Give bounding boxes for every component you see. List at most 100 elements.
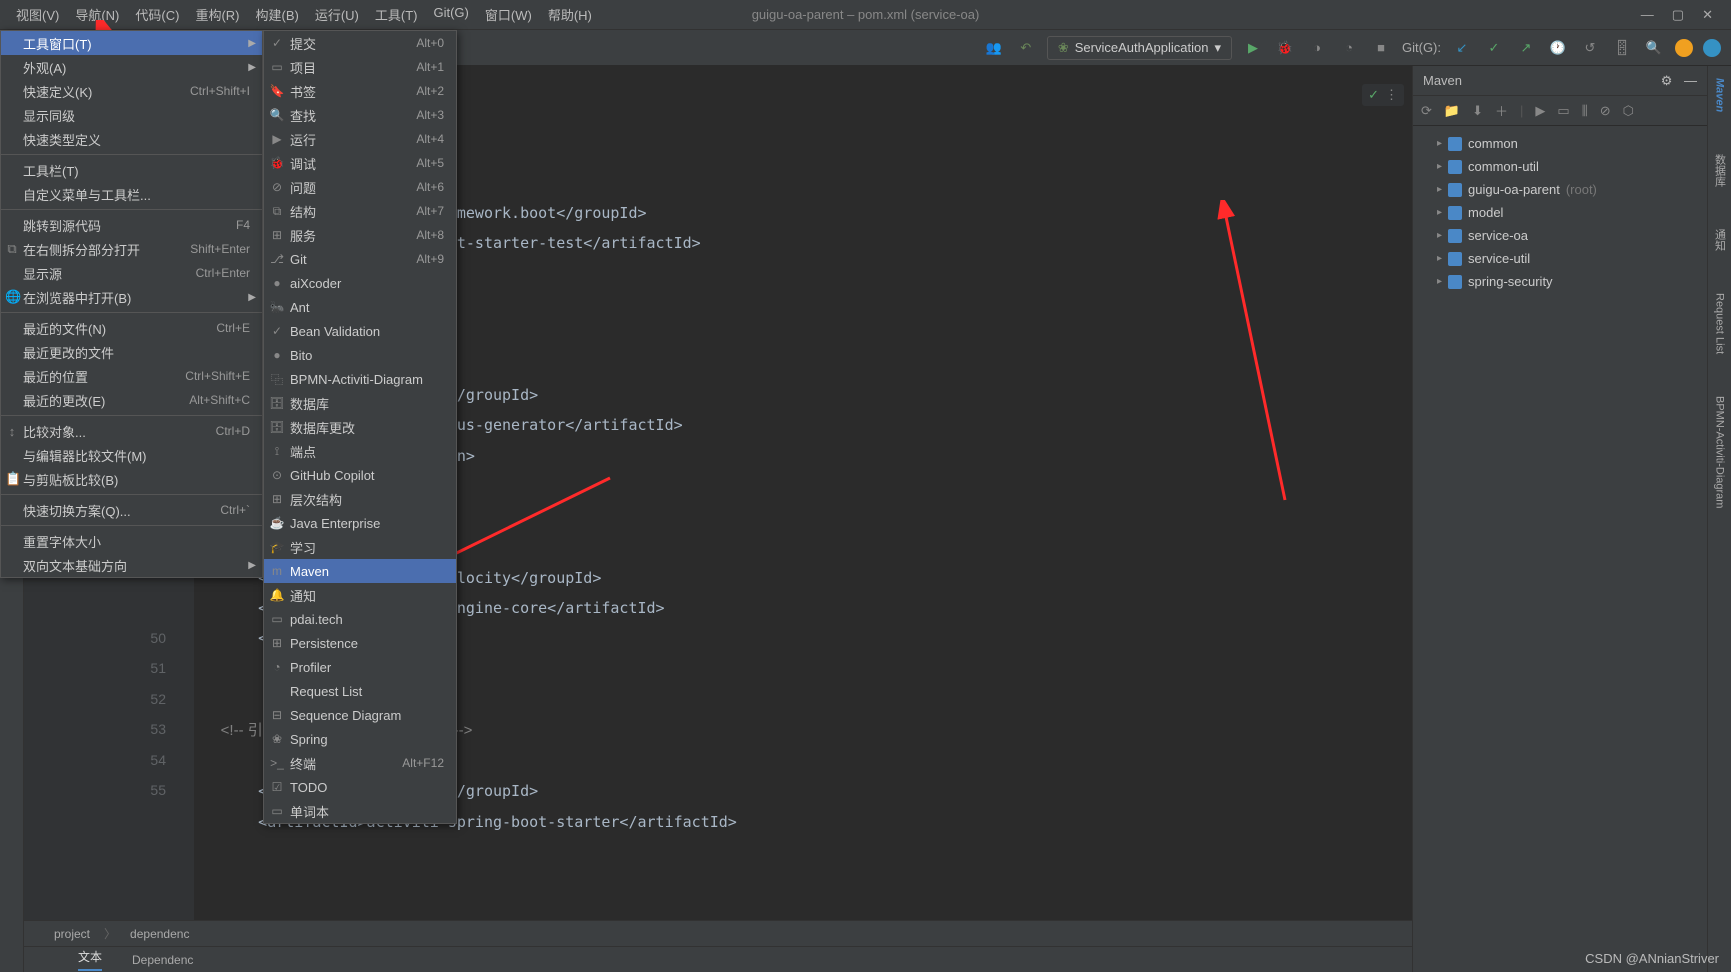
right-tab-requests[interactable]: Request List <box>1714 287 1726 360</box>
tool-window-item[interactable]: ⊟Sequence Diagram <box>264 703 456 727</box>
tool-window-item[interactable]: ⊘问题Alt+6 <box>264 175 456 199</box>
menu-run[interactable]: 运行(U) <box>307 1 367 28</box>
menu-build[interactable]: 构建(B) <box>247 1 306 28</box>
view-menu-item[interactable]: 工具栏(T) <box>1 158 262 182</box>
maximize-button[interactable]: ▢ <box>1672 7 1684 23</box>
translate-icon[interactable]: 🂊 <box>1611 37 1633 59</box>
view-menu-item[interactable]: 自定义菜单与工具栏... <box>1 182 262 206</box>
skip-tests-icon[interactable]: ⊘ <box>1600 103 1611 119</box>
tool-window-item[interactable]: ❀Spring <box>264 727 456 751</box>
view-menu-item[interactable]: 快速切换方案(Q)...Ctrl+` <box>1 498 262 522</box>
minimize-button[interactable]: — <box>1641 7 1654 23</box>
view-menu-item[interactable]: 工具窗口(T)▶ <box>1 31 262 55</box>
users-icon[interactable]: 👥 <box>983 37 1005 59</box>
view-menu-item[interactable]: 外观(A)▶ <box>1 55 262 79</box>
search-icon[interactable]: 🔍 <box>1643 37 1665 59</box>
menu-refactor[interactable]: 重构(R) <box>187 1 247 28</box>
view-menu-item[interactable]: 最近更改的文件 <box>1 340 262 364</box>
tool-window-item[interactable]: 🎓学习 <box>264 535 456 559</box>
tool-window-item[interactable]: ⟟端点 <box>264 439 456 463</box>
tool-window-item[interactable]: 🗄数据库更改 <box>264 415 456 439</box>
tool-window-item[interactable]: 🔔通知 <box>264 583 456 607</box>
run-config-selector[interactable]: ❀ ServiceAuthApplication ▾ <box>1047 36 1232 60</box>
tool-window-item[interactable]: Request List <box>264 679 456 703</box>
git-rollback-icon[interactable]: ↺ <box>1579 37 1601 59</box>
tool-window-item[interactable]: ●aiXcoder <box>264 271 456 295</box>
git-pull-icon[interactable]: ↙ <box>1451 37 1473 59</box>
minimize-panel-icon[interactable]: — <box>1684 73 1697 88</box>
tool-window-item[interactable]: 🗄数据库 <box>264 391 456 415</box>
tool-window-item[interactable]: ⊙GitHub Copilot <box>264 463 456 487</box>
menu-navigate[interactable]: 导航(N) <box>67 1 127 28</box>
add-icon[interactable]: ＋ <box>1495 101 1508 120</box>
tool-window-item[interactable]: ☑TODO <box>264 775 456 799</box>
profile-button[interactable]: ◔ <box>1338 37 1360 59</box>
breadcrumb-item[interactable]: dependenc <box>130 927 189 941</box>
refresh-icon[interactable]: ⟳ <box>1421 103 1432 119</box>
tab-dependencies[interactable]: Dependenc <box>132 953 193 967</box>
back-icon[interactable]: ↶ <box>1015 37 1037 59</box>
tool-window-item[interactable]: ⊞Persistence <box>264 631 456 655</box>
menu-tools[interactable]: 工具(T) <box>367 1 426 28</box>
view-menu-item[interactable]: 与编辑器比较文件(M) <box>1 443 262 467</box>
right-tab-maven[interactable]: Maven <box>1714 72 1726 118</box>
git-commit-icon[interactable]: ✓ <box>1483 37 1505 59</box>
view-menu-item[interactable]: 🌐在浏览器中打开(B)▶ <box>1 285 262 309</box>
gear-icon[interactable]: ⚙ <box>1661 73 1673 88</box>
tool-window-item[interactable]: ▭pdai.tech <box>264 607 456 631</box>
view-menu-item[interactable]: 📋与剪贴板比较(B) <box>1 467 262 491</box>
view-menu-item[interactable]: 双向文本基础方向▶ <box>1 553 262 577</box>
tool-window-item[interactable]: ⊞服务Alt+8 <box>264 223 456 247</box>
download-icon[interactable]: ⬇ <box>1472 103 1483 119</box>
view-menu-item[interactable]: ↕比较对象...Ctrl+D <box>1 419 262 443</box>
avatar-2[interactable] <box>1703 39 1721 57</box>
run-button[interactable]: ▶ <box>1242 37 1264 59</box>
tool-window-item[interactable]: 🔍查找Alt+3 <box>264 103 456 127</box>
view-menu-item[interactable]: ⧉在右侧拆分部分打开Shift+Enter <box>1 237 262 261</box>
menu-window[interactable]: 窗口(W) <box>477 1 540 28</box>
maven-module[interactable]: ▸model <box>1413 201 1707 224</box>
tool-window-item[interactable]: >_终端Alt+F12 <box>264 751 456 775</box>
view-menu-item[interactable]: 最近的位置Ctrl+Shift+E <box>1 364 262 388</box>
tool-window-item[interactable]: 🐜Ant <box>264 295 456 319</box>
view-menu-item[interactable]: 快速定义(K)Ctrl+Shift+I <box>1 79 262 103</box>
right-tab-database[interactable]: 数据库 <box>1712 148 1728 193</box>
tool-window-item[interactable]: ▶运行Alt+4 <box>264 127 456 151</box>
tool-window-item[interactable]: ▭单词本 <box>264 799 456 823</box>
maven-module[interactable]: ▸service-oa <box>1413 224 1707 247</box>
debug-button[interactable]: 🐞 <box>1274 37 1296 59</box>
analysis-indicator[interactable]: ✓ ⋮ <box>1362 84 1404 106</box>
tool-window-item[interactable]: ☕Java Enterprise <box>264 511 456 535</box>
menu-view[interactable]: 视图(V) <box>8 1 67 28</box>
menu-code[interactable]: 代码(C) <box>127 1 187 28</box>
coverage-button[interactable]: ◑ <box>1306 37 1328 59</box>
stop-button[interactable]: ■ <box>1370 37 1392 59</box>
breadcrumb-item[interactable]: project <box>54 927 90 941</box>
execute-icon[interactable]: ▭ <box>1557 103 1569 119</box>
tool-window-item[interactable]: ⊞层次结构 <box>264 487 456 511</box>
right-tab-notifications[interactable]: 通知 <box>1712 223 1728 257</box>
menu-git[interactable]: Git(G) <box>425 1 476 28</box>
tool-window-item[interactable]: ⿻BPMN-Activiti-Diagram <box>264 367 456 391</box>
view-menu-item[interactable]: 跳转到源代码F4 <box>1 213 262 237</box>
generate-sources-icon[interactable]: 📁 <box>1444 103 1460 119</box>
toggle-icon[interactable]: ⫼ <box>1582 103 1588 119</box>
maven-module[interactable]: ▸service-util <box>1413 247 1707 270</box>
view-menu-item[interactable]: 快速类型定义 <box>1 127 262 151</box>
maven-module[interactable]: ▸guigu-oa-parent (root) <box>1413 178 1707 201</box>
view-menu-item[interactable]: 最近的更改(E)Alt+Shift+C <box>1 388 262 412</box>
git-push-icon[interactable]: ↗ <box>1515 37 1537 59</box>
offline-icon[interactable]: ⬡ <box>1623 103 1634 119</box>
maven-module[interactable]: ▸common-util <box>1413 155 1707 178</box>
view-menu-item[interactable]: 重置字体大小 <box>1 529 262 553</box>
git-history-icon[interactable]: 🕐 <box>1547 37 1569 59</box>
tool-window-item[interactable]: 🐞调试Alt+5 <box>264 151 456 175</box>
maven-module[interactable]: ▸spring-security <box>1413 270 1707 293</box>
tool-window-item[interactable]: ✓提交Alt+0 <box>264 31 456 55</box>
tab-text[interactable]: 文本 <box>78 948 102 971</box>
tool-window-item[interactable]: mMaven <box>264 559 456 583</box>
tool-window-item[interactable]: ▭项目Alt+1 <box>264 55 456 79</box>
close-button[interactable]: ✕ <box>1702 7 1713 23</box>
menu-help[interactable]: 帮助(H) <box>540 1 600 28</box>
tool-window-item[interactable]: ◔Profiler <box>264 655 456 679</box>
